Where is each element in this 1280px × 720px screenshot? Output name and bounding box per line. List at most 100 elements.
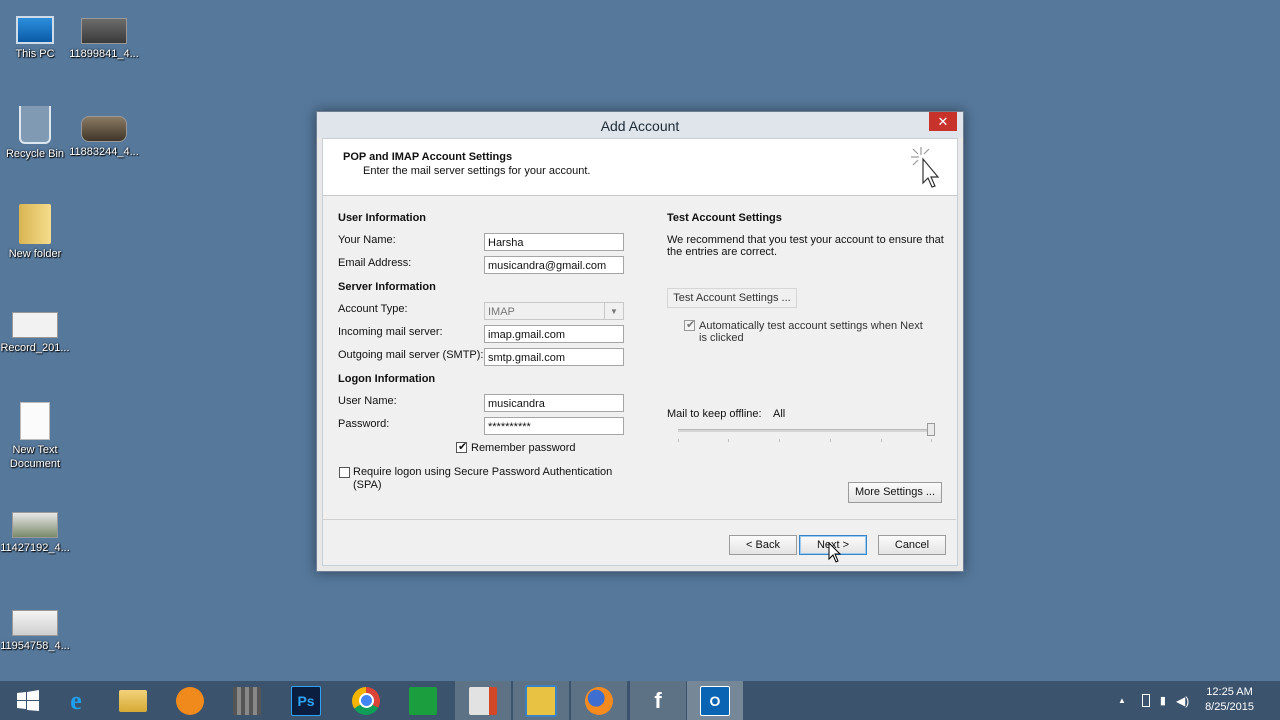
system-tray: ▲ ▮ ◀): [1118, 681, 1189, 720]
store-taskbar-button[interactable]: [395, 681, 451, 720]
file-manager-taskbar-button[interactable]: [513, 681, 569, 720]
desktop-icon-label-line2: Document: [9, 458, 61, 470]
internet-explorer-icon: e: [70, 685, 82, 715]
desktop-icon-label: Record_201...: [0, 342, 70, 354]
mouse-pointer-icon: [828, 542, 842, 563]
slider-tick: [779, 439, 780, 442]
close-button[interactable]: ✕: [929, 112, 957, 131]
account-type-value: IMAP: [488, 306, 515, 318]
more-settings-button[interactable]: More Settings ...: [848, 482, 942, 503]
slider-tick: [678, 439, 679, 442]
chrome-icon: [352, 686, 380, 715]
file-explorer-icon: [119, 689, 147, 712]
recycle-bin-icon: [19, 106, 51, 144]
user-name-label: User Name:: [338, 395, 397, 407]
spa-label-line2: (SPA): [353, 479, 382, 491]
test-account-settings-heading: Test Account Settings: [667, 212, 782, 224]
desktop-icon-image-1[interactable]: 11899841_4...: [67, 10, 141, 61]
facebook-taskbar-button[interactable]: f: [630, 681, 686, 720]
account-type-select[interactable]: IMAP ▼: [484, 302, 624, 320]
network-icon[interactable]: ▮: [1160, 694, 1166, 707]
incoming-mail-server-field[interactable]: imap.gmail.com: [484, 325, 624, 343]
user-name-field[interactable]: musicandra: [484, 394, 624, 412]
password-label: Password:: [338, 418, 390, 430]
desktop-icon-label: 11883244_4...: [69, 146, 139, 158]
server-information-heading: Server Information: [338, 281, 436, 293]
desktop-icon-new-text-document[interactable]: New Text Document: [0, 402, 72, 471]
chrome-taskbar-button[interactable]: [338, 681, 394, 720]
header-subtitle: Enter the mail server settings for your …: [363, 165, 591, 177]
test-description-line1: We recommend that you test your account …: [667, 234, 944, 246]
email-address-field[interactable]: musicandra@gmail.com: [484, 256, 624, 274]
password-field[interactable]: **********: [484, 417, 624, 435]
photoshop-taskbar-button[interactable]: Ps: [278, 681, 334, 720]
facebook-icon: f: [654, 687, 662, 713]
show-hidden-icons-icon[interactable]: ▲: [1118, 696, 1126, 705]
firefox-taskbar-button[interactable]: [571, 681, 627, 720]
desktop-icon-new-folder[interactable]: New folder: [0, 204, 72, 261]
clock-time: 12:25 AM: [1206, 686, 1253, 698]
account-type-label: Account Type:: [338, 303, 408, 315]
video-file-icon: [12, 312, 58, 338]
desktop-icon-image-2[interactable]: 11883244_4...: [67, 108, 141, 159]
image-file-icon: [12, 512, 58, 538]
image-file-icon: [81, 116, 127, 142]
battery-icon[interactable]: [1141, 694, 1150, 707]
uc-browser-taskbar-button[interactable]: [162, 681, 218, 720]
desktop-icon-label: New folder: [8, 248, 62, 260]
taskbar-clock[interactable]: 12:25 AM 8/25/2015: [1205, 685, 1254, 715]
outgoing-mail-server-label: Outgoing mail server (SMTP):: [338, 349, 484, 361]
spa-checkbox[interactable]: [339, 467, 350, 478]
remember-password-checkbox[interactable]: ✔: [456, 441, 468, 453]
desktop-icon-label: This PC: [15, 48, 55, 60]
this-pc-icon: [16, 16, 54, 44]
desktop-icon-label: Recycle Bin: [5, 148, 65, 160]
internet-explorer-taskbar-button[interactable]: e: [48, 681, 104, 720]
image-file-icon: [81, 18, 127, 44]
desktop-icon-image-3[interactable]: 11427192_4...: [0, 504, 72, 555]
mail-offline-value: All: [773, 408, 786, 420]
folder-icon: [19, 204, 51, 244]
outlook-icon: O: [700, 685, 730, 716]
desktop-icon-this-pc[interactable]: This PC: [0, 10, 72, 61]
spa-label-line1: Require logon using Secure Password Auth…: [353, 466, 613, 478]
file-manager-icon: [525, 684, 557, 717]
checkmark-icon: ✔: [458, 441, 468, 453]
desktop-icon-label: New Text: [12, 444, 58, 456]
volume-icon[interactable]: ◀): [1176, 694, 1189, 708]
file-explorer-taskbar-button[interactable]: [105, 681, 161, 720]
cursor-sparkle-icon: [911, 147, 940, 188]
image-file-icon: [12, 610, 58, 636]
office-icon: [469, 686, 497, 715]
desktop-icon-label: 11954758_4...: [0, 640, 70, 652]
mail-offline-slider-thumb[interactable]: [927, 423, 935, 436]
store-icon: [409, 686, 437, 715]
incoming-mail-server-label: Incoming mail server:: [338, 326, 443, 338]
header-title: POP and IMAP Account Settings: [343, 151, 513, 163]
test-account-settings-button[interactable]: Test Account Settings ...: [667, 288, 797, 308]
mail-offline-slider-track[interactable]: [678, 429, 933, 432]
office-taskbar-button[interactable]: [455, 681, 511, 720]
desktop-icon-record[interactable]: Record_201...: [0, 304, 72, 355]
video-app-taskbar-button[interactable]: [219, 681, 275, 720]
user-information-heading: User Information: [338, 212, 427, 224]
dialog-titlebar[interactable]: Add Account ✕: [317, 112, 963, 138]
logon-information-heading: Logon Information: [338, 373, 436, 385]
auto-test-checkbox[interactable]: ✔: [684, 319, 696, 331]
chevron-down-icon: ▼: [604, 303, 623, 319]
outgoing-mail-server-field[interactable]: smtp.gmail.com: [484, 348, 624, 366]
your-name-field[interactable]: Harsha: [484, 233, 624, 251]
back-button[interactable]: < Back: [729, 535, 797, 555]
checkmark-icon: ✔: [686, 319, 696, 331]
dialog-title: Add Account: [600, 118, 680, 134]
windows-logo-icon: [17, 689, 39, 711]
your-name-label: Your Name:: [338, 234, 396, 246]
auto-test-label-line1: Automatically test account settings when…: [699, 320, 923, 332]
cancel-button[interactable]: Cancel: [878, 535, 946, 555]
text-document-icon: [20, 402, 50, 440]
desktop-icon-recycle-bin[interactable]: Recycle Bin: [0, 106, 72, 161]
photoshop-icon: Ps: [291, 685, 321, 716]
slider-tick: [881, 439, 882, 442]
desktop-icon-image-4[interactable]: 11954758_4...: [0, 602, 72, 653]
outlook-taskbar-button[interactable]: O: [687, 681, 743, 720]
